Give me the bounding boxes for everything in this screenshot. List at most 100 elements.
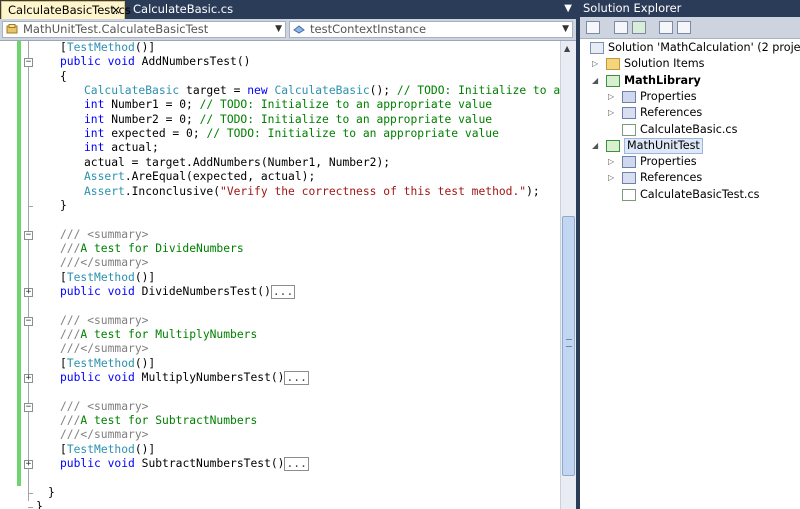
code-token: TestMethod (66, 41, 135, 54)
references-icon (622, 172, 636, 185)
code-token: Number1 = 0; (104, 98, 200, 112)
close-icon[interactable]: × (111, 2, 121, 19)
code-token: A test for MultiplyNumbers (80, 328, 258, 341)
code-token: .AreEqual(expected, actual); (124, 170, 316, 184)
properties-icon (622, 90, 636, 103)
region-end-marker (28, 205, 33, 207)
code-line: } (36, 500, 43, 509)
collapse-region-icon[interactable]: − (24, 58, 33, 68)
code-token: TestMethod (66, 442, 135, 456)
tree-item-label: Properties (640, 89, 697, 103)
code-token: (); (369, 84, 397, 98)
code-token: /// (60, 328, 81, 341)
code-token: public (60, 457, 101, 471)
indicator-margin (0, 41, 17, 509)
expand-arrow-icon[interactable]: ▷ (608, 89, 618, 105)
scrollbar-thumb[interactable] (562, 216, 575, 476)
code-line: Assert.Inconclusive("Verify the correctn… (84, 185, 540, 199)
solution-icon (590, 42, 604, 54)
expand-arrow-icon[interactable]: ▷ (608, 105, 618, 121)
navigation-bar: MathUnitTest.CalculateBasicTest ▼ testCo… (0, 19, 576, 41)
code-token: int (84, 141, 105, 155)
tree-item-label: Solution Items (624, 57, 705, 71)
vertical-scrollbar[interactable]: ▲ (560, 41, 576, 509)
collapsed-region[interactable]: ... (270, 284, 296, 299)
collapse-arrow-icon[interactable]: ◢ (592, 73, 602, 89)
code-line: { (60, 70, 67, 84)
expand-region-icon[interactable]: + (24, 287, 33, 297)
collapse-region-icon[interactable]: − (24, 316, 33, 326)
collapse-arrow-icon[interactable]: ◢ (592, 138, 602, 154)
code-line: [TestMethod()] (60, 357, 155, 371)
code-token: public (60, 284, 101, 298)
code-line: [TestMethod()] (60, 443, 155, 457)
class-diagram-icon[interactable] (677, 21, 691, 34)
code-line: /// <summary> (60, 400, 148, 414)
expand-region-icon[interactable]: + (24, 374, 33, 384)
panel-title: Solution Explorer (580, 0, 800, 17)
code-token: expected = 0; (104, 127, 207, 141)
refresh-icon[interactable] (632, 21, 646, 34)
tree-item-label: References (640, 106, 703, 120)
properties-icon (622, 156, 636, 169)
code-text-area[interactable]: [TestMethod()] public void AddNumbersTest… (0, 41, 560, 509)
code-token: ///</summary> (60, 256, 149, 270)
code-token: [ (60, 41, 67, 54)
expand-arrow-icon[interactable]: ▷ (608, 154, 618, 170)
view-code-icon[interactable] (659, 21, 673, 34)
code-token: ); (526, 184, 540, 198)
code-token: SubtractNumbersTest() (134, 457, 285, 471)
code-token: void (107, 284, 135, 298)
grip-icon (566, 339, 572, 347)
code-token: } (36, 500, 43, 509)
tab-calculatebasictest[interactable]: CalculateBasicTest.cs × (1, 1, 131, 19)
code-token: public (60, 371, 101, 385)
tree-item-label: Properties (640, 155, 697, 169)
collapsed-region[interactable]: ... (284, 371, 309, 386)
code-token: ()] (134, 270, 156, 284)
code-token: int (84, 112, 105, 126)
expand-region-icon[interactable]: + (24, 460, 33, 470)
code-line: public void SubtractNumbersTest()... (60, 457, 309, 472)
code-token: TestMethod (66, 356, 135, 370)
code-line: /// <summary> (60, 314, 148, 328)
code-editor: CalculateBasicTest.cs × CalculateBasic.c… (0, 0, 576, 509)
expand-arrow-icon[interactable]: ▷ (608, 170, 618, 186)
code-token: /// <summary> (60, 399, 149, 413)
code-token: int (84, 98, 105, 112)
code-token: TestMethod (66, 270, 135, 284)
region-end-marker (28, 492, 33, 494)
code-token: A test for SubtractNumbers (80, 414, 258, 428)
tree-item-label: Solution 'MathCalculation' (2 projects) (608, 41, 800, 54)
folder-icon (606, 58, 620, 71)
code-line: CalculateBasic target = new CalculateBas… (84, 84, 560, 98)
solution-explorer-toolbar (580, 17, 800, 39)
chevron-down-icon[interactable]: ▼ (564, 3, 572, 14)
code-token: void (107, 457, 135, 471)
csharp-file-icon (622, 188, 636, 201)
properties-button-icon[interactable] (586, 21, 600, 34)
document-tab-bar: CalculateBasicTest.cs × CalculateBasic.c… (0, 0, 576, 19)
class-dropdown[interactable]: MathUnitTest.CalculateBasicTest ▼ (2, 21, 286, 38)
code-token: void (107, 371, 135, 385)
show-all-files-icon[interactable] (614, 21, 628, 34)
scroll-up-icon[interactable]: ▲ (564, 44, 570, 53)
collapse-region-icon[interactable]: − (24, 230, 33, 240)
code-token: .Inconclusive( (124, 184, 221, 198)
csharp-project-icon (606, 139, 620, 152)
code-token: actual; (104, 141, 159, 155)
code-line: Assert.AreEqual(expected, actual); (84, 170, 315, 184)
code-token: public (60, 55, 101, 69)
code-token: ()] (134, 41, 156, 54)
code-token: // TODO: Initialize to an appropriate va… (199, 112, 493, 126)
tree-item-label: MathLibrary (624, 73, 701, 87)
code-line: int actual; (84, 141, 159, 155)
expand-arrow-icon[interactable]: ▷ (592, 56, 602, 72)
tab-calculatebasic[interactable]: CalculateBasic.cs (127, 1, 233, 19)
code-token: [ (60, 270, 67, 284)
code-token: ///</summary> (60, 342, 149, 356)
collapsed-region[interactable]: ... (284, 457, 309, 472)
member-dropdown[interactable]: testContextInstance ▼ (289, 21, 573, 38)
collapse-region-icon[interactable]: − (24, 402, 33, 412)
